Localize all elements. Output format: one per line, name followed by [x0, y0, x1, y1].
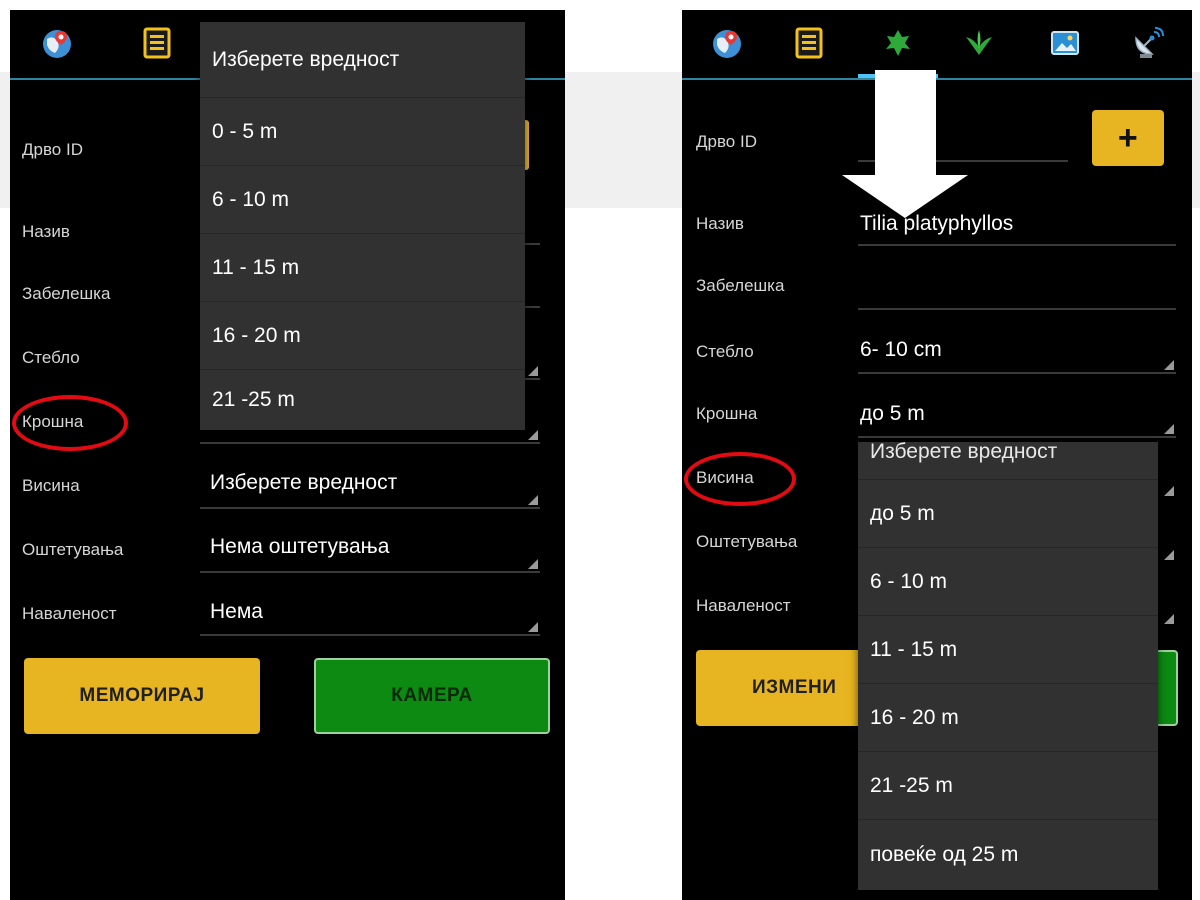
image-icon: [1051, 31, 1079, 55]
height-dropdown: Изберете вредност до 5 m 6 - 10 m 11 - 1…: [858, 440, 1158, 890]
damage-spinner-value[interactable]: Нема оштетувања: [210, 535, 389, 559]
label-height: Висина: [22, 476, 80, 495]
height-spinner-value[interactable]: Изберете вредност: [210, 471, 397, 495]
label-trunk: Стебло: [696, 342, 754, 361]
label-infestation: Нaваленост: [22, 604, 117, 623]
label-note: Забелешка: [22, 284, 111, 303]
trunk-spinner-value[interactable]: 6- 10 cm: [860, 338, 942, 362]
crown-spinner-value[interactable]: до 5 m: [860, 402, 925, 426]
dropdown-option[interactable]: повеќе од 25 m: [858, 820, 1158, 890]
satellite-dish-icon: [1135, 27, 1164, 58]
note-field-underline: [858, 308, 1176, 310]
tab-form[interactable]: [774, 10, 844, 76]
dropdown-header[interactable]: Изберете вредност: [200, 22, 525, 98]
label-damage: Оштетувања: [696, 532, 798, 551]
dropdown-option[interactable]: 11 - 15 m: [858, 616, 1158, 684]
label-tree-id: Дрво ID: [22, 140, 83, 159]
label-note: Забелешка: [696, 276, 785, 295]
dropdown-option[interactable]: 21 -25 m: [858, 752, 1158, 820]
trunk-spinner-arrow: [1164, 360, 1174, 370]
crown-spinner-underline: [200, 442, 540, 444]
tab-form[interactable]: [122, 10, 192, 76]
label-tree-id: Дрво ID: [696, 132, 757, 151]
leaf-icon: [886, 30, 910, 56]
height-spinner-arrow: [528, 495, 538, 505]
label-name: Назив: [696, 214, 744, 233]
down-arrow-icon: [842, 70, 968, 218]
globe-map-icon: [713, 30, 741, 58]
tab-map[interactable]: [692, 10, 762, 76]
globe-map-icon: [43, 30, 71, 58]
trunk-spinner-underline: [858, 372, 1176, 374]
save-button[interactable]: МЕМОРИРАЈ: [24, 658, 260, 734]
damage-spinner-arrow: [1164, 550, 1174, 560]
dropdown-option[interactable]: 0 - 5 m: [200, 98, 525, 166]
dropdown-option[interactable]: 21 -25 m: [200, 370, 525, 430]
highlight-circle-height: [684, 452, 796, 506]
dropdown-option[interactable]: 6 - 10 m: [858, 548, 1158, 616]
tab-tree-leaf[interactable]: [858, 10, 938, 78]
dropdown-option[interactable]: 16 - 20 m: [858, 684, 1158, 752]
infestation-spinner-value[interactable]: Нема: [210, 600, 263, 624]
label-trunk: Стебло: [22, 348, 80, 367]
crown-spinner-arrow: [1164, 424, 1174, 434]
trunk-spinner-arrow: [528, 366, 538, 376]
highlight-circle-crown: [12, 395, 128, 451]
crown-spinner-arrow: [528, 430, 538, 440]
right-screenshot: Дрво ID Назив Забелешка Стебло Крошна Ви…: [682, 10, 1192, 900]
camera-button[interactable]: КАМЕРА: [314, 658, 550, 734]
name-field-underline: [858, 244, 1176, 246]
label-crown: Крошна: [696, 404, 758, 423]
infestation-spinner-underline: [200, 634, 540, 636]
damage-spinner-underline: [200, 571, 540, 573]
infestation-spinner-arrow: [1164, 614, 1174, 624]
dropdown-option[interactable]: 6 - 10 m: [200, 166, 525, 234]
add-button[interactable]: +: [1092, 110, 1164, 166]
height-spinner-underline: [200, 507, 540, 509]
tab-plant[interactable]: [944, 10, 1014, 76]
dropdown-header[interactable]: Изберете вредност: [858, 432, 1158, 480]
label-damage: Оштетувања: [22, 540, 124, 559]
tab-map[interactable]: [22, 10, 92, 76]
document-list-icon: [143, 27, 171, 59]
document-list-icon: [795, 27, 823, 59]
dropdown-option[interactable]: 11 - 15 m: [200, 234, 525, 302]
height-spinner-arrow: [1164, 486, 1174, 496]
tab-satellite[interactable]: [1112, 10, 1182, 76]
label-name: Назив: [22, 222, 70, 241]
damage-spinner-arrow: [528, 559, 538, 569]
tab-image[interactable]: [1030, 10, 1100, 76]
crown-dropdown: Изберете вредност 0 - 5 m 6 - 10 m 11 - …: [200, 22, 525, 430]
label-infestation: Нaваленост: [696, 596, 791, 615]
dropdown-option[interactable]: 16 - 20 m: [200, 302, 525, 370]
left-screenshot: Дрво ID Назив Забелешка Стебло Крошна Ви…: [10, 10, 565, 900]
name-field-value[interactable]: Tilia platyphyllos: [860, 212, 1013, 236]
infestation-spinner-arrow: [528, 622, 538, 632]
dropdown-option[interactable]: до 5 m: [858, 480, 1158, 548]
plant-icon: [966, 30, 992, 55]
